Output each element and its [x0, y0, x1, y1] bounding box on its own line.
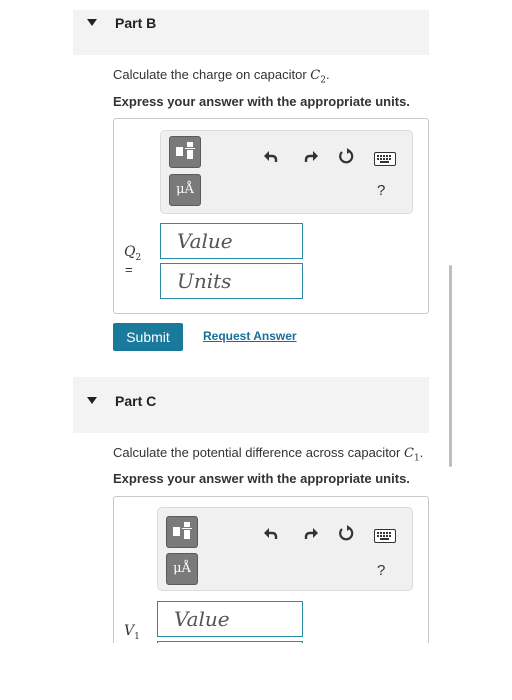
prompt-end: .: [325, 67, 330, 82]
math-toolbar: μÅ ?: [160, 130, 413, 214]
prompt-text: Calculate the potential difference acros…: [113, 445, 404, 460]
prompt-var: C: [403, 446, 414, 461]
part-c-header[interactable]: Part C: [73, 377, 429, 433]
units-input[interactable]: Units: [160, 263, 303, 299]
units-button[interactable]: μÅ: [166, 553, 198, 585]
keyboard-icon[interactable]: [374, 529, 396, 543]
units-icon: μÅ: [176, 182, 194, 197]
templates-button[interactable]: [169, 136, 201, 168]
units-button[interactable]: μÅ: [169, 174, 201, 206]
prompt-variable: C2: [310, 68, 326, 86]
prompt-variable: C1: [403, 446, 420, 464]
help-icon[interactable]: ?: [377, 182, 385, 199]
scrollbar[interactable]: [449, 265, 452, 467]
keyboard-icon[interactable]: [374, 152, 396, 166]
var-sub: 2: [135, 252, 142, 263]
math-toolbar: μÅ ?: [157, 507, 413, 591]
part-b-instruction: Express your answer with the appropriate…: [113, 94, 410, 109]
redo-icon[interactable]: [302, 524, 320, 542]
part-c-prompt: Calculate the potential difference acros…: [113, 445, 423, 464]
units-icon: μÅ: [173, 561, 191, 576]
part-b-header[interactable]: Part B: [73, 10, 429, 55]
answer-variable-label: Q2: [124, 244, 141, 263]
part-c-answer-box: μÅ ? V1 Value: [113, 496, 429, 643]
prompt-var: C: [310, 68, 321, 83]
part-b-title: Part B: [115, 15, 157, 31]
collapse-caret-icon[interactable]: [87, 397, 97, 404]
answer-variable-label: V1: [124, 623, 140, 642]
help-icon[interactable]: ?: [377, 562, 385, 579]
undo-icon[interactable]: [262, 524, 280, 542]
var-sub: 1: [134, 631, 140, 642]
prompt-end: .: [419, 445, 424, 460]
units-input[interactable]: [157, 641, 303, 643]
collapse-caret-icon[interactable]: [87, 19, 97, 26]
undo-icon[interactable]: [262, 147, 280, 165]
redo-icon[interactable]: [302, 147, 320, 165]
prompt-text: Calculate the charge on capacitor: [113, 67, 311, 82]
submit-button[interactable]: Submit: [113, 323, 183, 351]
reset-icon[interactable]: [337, 147, 355, 165]
equals-sign: =: [125, 262, 133, 277]
var-name: Q: [124, 244, 136, 260]
value-input[interactable]: Value: [157, 601, 303, 637]
templates-button[interactable]: [166, 516, 198, 548]
part-b-answer-box: μÅ ? Q2 = Value Units: [113, 118, 429, 314]
viewport: Part B Calculate the charge on capacitor…: [0, 0, 512, 643]
var-name: V: [124, 623, 135, 639]
value-input[interactable]: Value: [160, 223, 303, 259]
request-answer-link[interactable]: Request Answer: [203, 329, 297, 343]
part-c-instruction: Express your answer with the appropriate…: [113, 471, 410, 486]
part-c-title: Part C: [115, 393, 157, 409]
reset-icon[interactable]: [337, 524, 355, 542]
part-b-prompt: Calculate the charge on capacitor C2.: [113, 67, 330, 86]
